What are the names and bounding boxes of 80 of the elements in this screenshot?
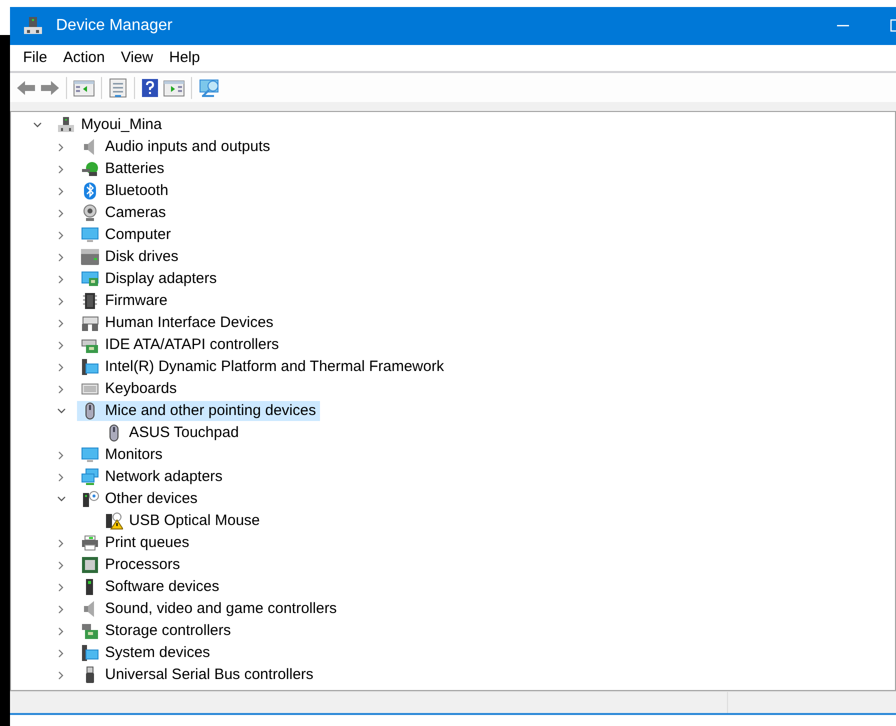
tower-monitor-icon (81, 644, 99, 662)
expand-chevron-icon[interactable] (58, 384, 64, 394)
tree-item[interactable]: Network adapters (77, 467, 227, 487)
tree-item[interactable]: System devices (77, 643, 214, 663)
expand-chevron-icon[interactable] (58, 450, 64, 460)
expand-chevron-icon[interactable] (58, 142, 64, 152)
chip-icon (81, 292, 99, 310)
tree-item[interactable]: Firmware (77, 291, 172, 311)
expand-chevron-icon[interactable] (58, 362, 64, 372)
properties-icon[interactable] (108, 78, 128, 98)
expand-chevron-icon[interactable] (58, 670, 64, 680)
battery-icon (81, 160, 99, 178)
tree-item[interactable]: Batteries (77, 159, 168, 179)
tower-monitor-icon (81, 358, 99, 376)
device-manager-icon (22, 15, 44, 37)
collapse-chevron-icon[interactable] (56, 408, 66, 414)
tree-item[interactable]: Cameras (77, 203, 170, 223)
tree-item[interactable]: Human Interface Devices (77, 313, 278, 333)
expand-chevron-icon[interactable] (58, 472, 64, 482)
tree-item[interactable]: Mice and other pointing devices (77, 401, 320, 421)
tree-item[interactable]: Other devices (77, 489, 202, 509)
tree-item[interactable]: Software devices (77, 577, 224, 597)
tree-item[interactable]: Universal Serial Bus controllers (77, 665, 318, 685)
tree-item[interactable]: Print queues (77, 533, 194, 553)
tree-item[interactable]: Disk drives (77, 247, 182, 267)
monitor-icon (81, 226, 99, 244)
help-icon[interactable] (141, 78, 159, 98)
monitor-icon (81, 446, 99, 464)
network-icon (81, 468, 99, 486)
tree-item[interactable]: Processors (77, 555, 184, 575)
expand-chevron-icon[interactable] (58, 648, 64, 658)
tree-item[interactable]: Myoui_Mina (53, 115, 166, 135)
expand-chevron-icon[interactable] (58, 208, 64, 218)
tree-item[interactable]: Audio inputs and outputs (77, 137, 274, 157)
computer-icon (57, 116, 75, 134)
collapse-chevron-icon[interactable] (32, 122, 42, 128)
expand-chevron-icon[interactable] (58, 186, 64, 196)
expand-chevron-icon[interactable] (58, 274, 64, 284)
printer-icon (81, 534, 99, 552)
expand-chevron-icon[interactable] (58, 538, 64, 548)
menu-item[interactable]: File (16, 44, 54, 72)
tree-item[interactable]: Display adapters (77, 269, 221, 289)
expand-chevron-icon[interactable] (58, 582, 64, 592)
expand-chevron-icon[interactable] (58, 296, 64, 306)
processor-icon (81, 556, 99, 574)
back-arrow-icon[interactable] (16, 78, 36, 96)
action-pane-icon[interactable] (163, 78, 185, 96)
tree-item[interactable]: Storage controllers (77, 621, 235, 641)
bluetooth-icon (81, 182, 99, 200)
tree-item[interactable]: ASUS Touchpad (101, 423, 243, 443)
console-tree-icon[interactable] (73, 78, 95, 96)
expand-chevron-icon[interactable] (58, 164, 64, 174)
expand-chevron-icon[interactable] (58, 318, 64, 328)
tree-item[interactable]: Sound, video and game controllers (77, 599, 341, 619)
keyboard-figure-icon (81, 314, 99, 332)
expand-chevron-icon[interactable] (58, 340, 64, 350)
unknown-device-icon (81, 490, 99, 508)
expand-chevron-icon[interactable] (58, 560, 64, 570)
expand-chevron-icon[interactable] (58, 230, 64, 240)
menu-item[interactable]: View (114, 44, 160, 72)
collapse-chevron-icon[interactable] (56, 496, 66, 502)
warning-device-icon (105, 512, 123, 530)
menu-item[interactable]: Help (162, 44, 207, 72)
window-title: Device Manager (56, 16, 172, 36)
tree-item[interactable]: IDE ATA/ATAPI controllers (77, 335, 283, 355)
expand-chevron-icon[interactable] (58, 252, 64, 262)
tree-item[interactable]: Bluetooth (77, 181, 172, 201)
storage-controller-icon (81, 622, 99, 640)
expand-chevron-icon[interactable] (58, 626, 64, 636)
tree-item[interactable]: USB Optical Mouse (101, 511, 264, 531)
tree-item[interactable]: Monitors (77, 445, 167, 465)
tree-item[interactable]: Keyboards (77, 379, 181, 399)
forward-arrow-icon[interactable] (40, 78, 60, 96)
webcam-icon (81, 204, 99, 222)
menu-item[interactable]: Action (56, 44, 112, 72)
tree-item[interactable]: Computer (77, 225, 175, 245)
tree-item[interactable]: Intel(R) Dynamic Platform and Thermal Framework (77, 357, 448, 377)
display-card-icon (81, 270, 99, 288)
disk-drive-icon (81, 248, 99, 266)
expand-chevron-icon[interactable] (58, 604, 64, 614)
